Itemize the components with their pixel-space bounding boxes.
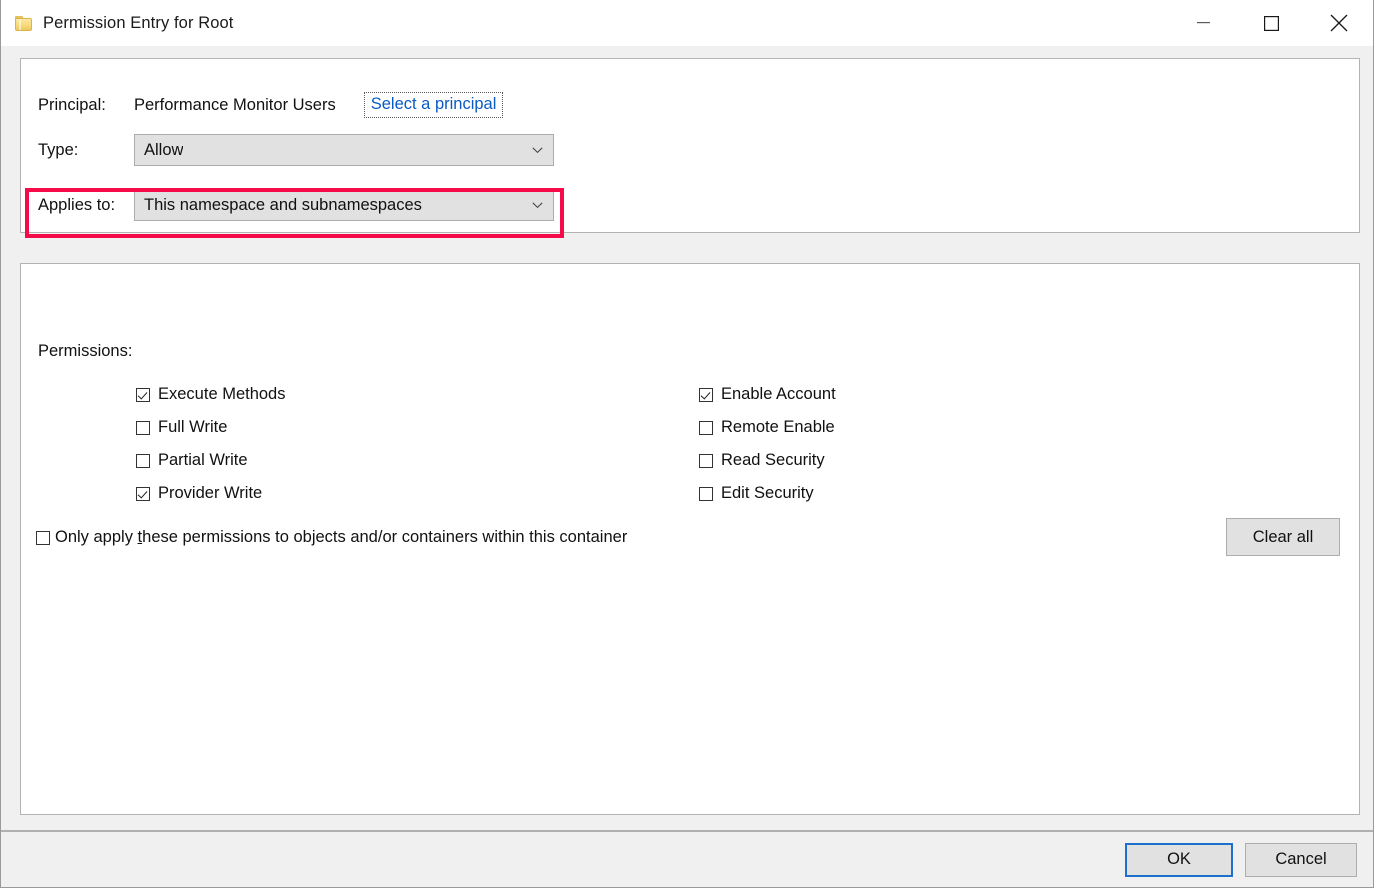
permission-entry-dialog: Permission Entry for Root Principal: Per… <box>0 0 1374 888</box>
minimize-icon <box>1196 22 1210 24</box>
permissions-left-column: Execute Methods Full Write Partial Write… <box>136 378 286 510</box>
permissions-panel: Permissions: Execute Methods Full Write … <box>20 263 1360 815</box>
checkbox-enable-account[interactable]: Enable Account <box>699 378 836 411</box>
checkbox-only-apply-to-this-container[interactable]: Only apply these permissions to objects … <box>36 528 627 547</box>
type-dropdown[interactable]: Allow <box>134 134 554 166</box>
checkbox-label: Provider Write <box>158 484 263 502</box>
principal-value: Performance Monitor Users <box>134 95 336 114</box>
clear-all-button[interactable]: Clear all <box>1226 518 1340 556</box>
ok-button[interactable]: OK <box>1125 842 1233 877</box>
close-button[interactable] <box>1305 0 1373 46</box>
only-apply-label: Only apply these permissions to objects … <box>55 528 627 547</box>
checkbox-label: Partial Write <box>158 451 248 469</box>
title-bar-left: Permission Entry for Root <box>1 14 1169 33</box>
applies-to-row: Applies to: This namespace and subnamesp… <box>38 189 554 221</box>
window-title: Permission Entry for Root <box>43 13 234 32</box>
checkbox-label: Enable Account <box>721 385 836 403</box>
folder-icon <box>15 15 33 31</box>
only-apply-text-after: hese permissions to objects and/or conta… <box>142 528 628 546</box>
principal-label: Principal: <box>38 95 106 114</box>
maximize-button[interactable] <box>1237 0 1305 46</box>
checkbox-box <box>136 420 150 435</box>
checkbox-box <box>699 486 713 501</box>
checkbox-partial-write[interactable]: Partial Write <box>136 444 286 477</box>
principal-row: Principal: Performance Monitor Users Sel… <box>38 90 504 120</box>
applies-to-dropdown[interactable]: This namespace and subnamespaces <box>134 189 554 221</box>
type-row: Type: Allow <box>38 134 554 166</box>
checkbox-read-security[interactable]: Read Security <box>699 444 836 477</box>
checkbox-label: Full Write <box>158 418 228 436</box>
close-icon <box>1330 14 1348 32</box>
checkbox-label: Execute Methods <box>158 385 286 403</box>
checkbox-execute-methods[interactable]: Execute Methods <box>136 378 286 411</box>
checkbox-box <box>699 387 713 402</box>
principal-panel: Principal: Performance Monitor Users Sel… <box>20 58 1360 238</box>
checkbox-label: Remote Enable <box>721 418 835 436</box>
checkbox-box <box>136 453 150 468</box>
applies-to-dropdown-value: This namespace and subnamespaces <box>144 195 422 214</box>
chevron-down-icon <box>531 199 543 211</box>
checkbox-box <box>699 420 713 435</box>
chevron-down-icon <box>531 144 543 156</box>
checkbox-label: Edit Security <box>721 484 814 502</box>
checkbox-label: Read Security <box>721 451 825 469</box>
checkbox-full-write[interactable]: Full Write <box>136 411 286 444</box>
checkbox-box <box>699 453 713 468</box>
dialog-footer: OK Cancel <box>1 832 1373 887</box>
only-apply-text-before: Only apply <box>55 528 138 546</box>
title-bar: Permission Entry for Root <box>1 0 1373 46</box>
maximize-icon <box>1263 15 1279 31</box>
checkbox-box <box>36 530 50 545</box>
checkbox-provider-write[interactable]: Provider Write <box>136 477 286 510</box>
checkbox-edit-security[interactable]: Edit Security <box>699 477 836 510</box>
type-dropdown-value: Allow <box>144 140 184 159</box>
dialog-content: Principal: Performance Monitor Users Sel… <box>1 46 1373 887</box>
checkbox-box <box>136 486 150 501</box>
permissions-title: Permissions: <box>38 342 133 360</box>
type-label: Type: <box>38 140 79 159</box>
select-a-principal-link[interactable]: Select a principal <box>363 92 504 118</box>
caption-button-group <box>1169 0 1373 46</box>
checkbox-box <box>136 387 150 402</box>
checkbox-remote-enable[interactable]: Remote Enable <box>699 411 836 444</box>
permissions-right-column: Enable Account Remote Enable Read Securi… <box>699 378 836 510</box>
cancel-button[interactable]: Cancel <box>1245 842 1357 877</box>
minimize-button[interactable] <box>1169 0 1237 46</box>
applies-to-label: Applies to: <box>38 195 116 214</box>
